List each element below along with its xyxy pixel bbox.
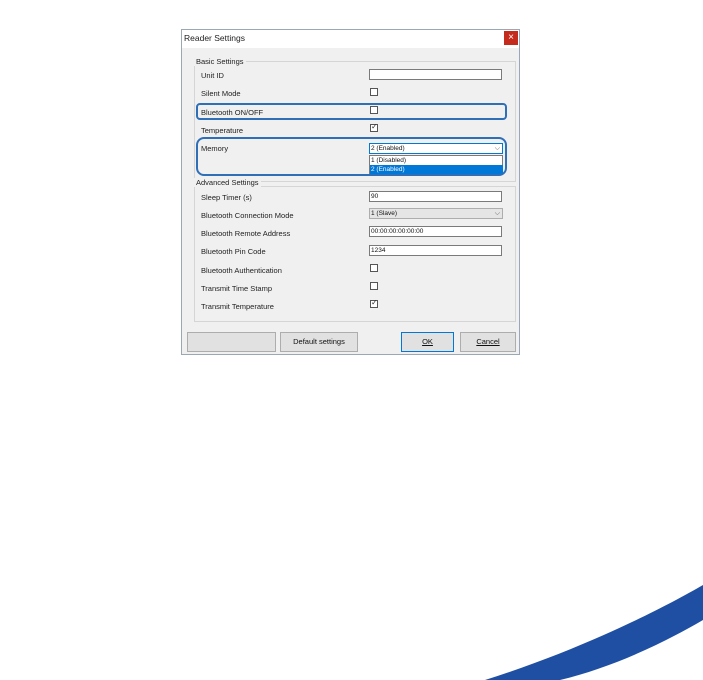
decorative-swoosh bbox=[485, 585, 703, 680]
